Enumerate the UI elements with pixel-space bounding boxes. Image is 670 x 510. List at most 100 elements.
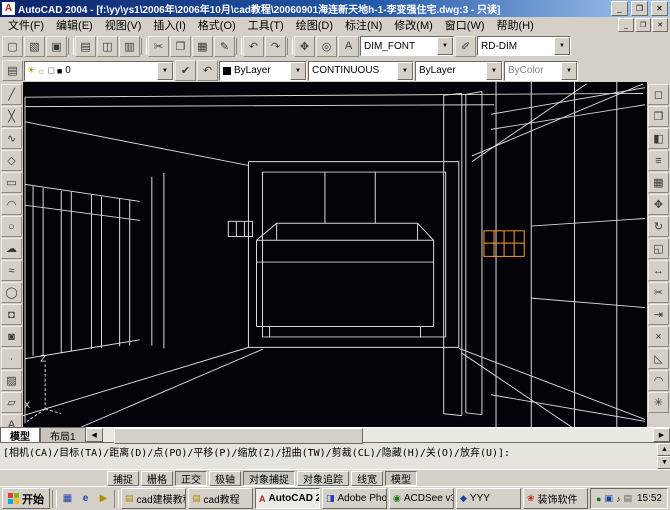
make-block-icon[interactable]: ◙ bbox=[1, 326, 22, 347]
toggle-model[interactable]: 模型 bbox=[385, 471, 417, 486]
scale-icon[interactable]: ◱ bbox=[648, 238, 669, 259]
layer-combo[interactable]: ☀ ☼ ◻ ■ 0 ▼ bbox=[24, 61, 174, 81]
chevron-down-icon[interactable]: ▼ bbox=[290, 62, 306, 80]
menu-item-format[interactable]: 格式(O) bbox=[192, 16, 242, 34]
task-autocad[interactable]: A AutoCAD 200... bbox=[255, 488, 320, 509]
new-file-icon[interactable]: ▢ bbox=[2, 36, 23, 57]
match-properties-icon[interactable]: ✎ bbox=[214, 36, 235, 57]
extend-icon[interactable]: ⇥ bbox=[648, 304, 669, 325]
chevron-down-icon[interactable]: ▼ bbox=[486, 62, 502, 80]
text-style-icon[interactable]: A bbox=[338, 36, 359, 57]
mdi-close-icon[interactable]: ✕ bbox=[652, 18, 668, 32]
tab-model[interactable]: 模型 bbox=[0, 427, 40, 442]
media-player-icon[interactable]: ▶ bbox=[95, 490, 112, 507]
polyline-icon[interactable]: ∿ bbox=[1, 128, 22, 149]
redo-icon[interactable]: ↷ bbox=[265, 36, 286, 57]
menu-item-file[interactable]: 文件(F) bbox=[2, 16, 50, 34]
rotate-icon[interactable]: ↻ bbox=[648, 216, 669, 237]
start-button[interactable]: 开始 bbox=[2, 488, 50, 509]
point-icon[interactable]: ∙ bbox=[1, 348, 22, 369]
layer-previous-icon[interactable]: ↶ bbox=[197, 60, 218, 81]
rectangle-icon[interactable]: ▭ bbox=[1, 172, 22, 193]
plot-icon[interactable]: ▤ bbox=[75, 36, 96, 57]
chamfer-icon[interactable]: ◺ bbox=[648, 348, 669, 369]
array-icon[interactable]: ▦ bbox=[648, 172, 669, 193]
drawing-canvas[interactable]: Z X bbox=[23, 82, 647, 427]
plot-preview-icon[interactable]: ◫ bbox=[97, 36, 118, 57]
restore-icon[interactable]: ❐ bbox=[631, 1, 648, 16]
chevron-down-icon[interactable]: ▼ bbox=[397, 62, 413, 80]
task-adobe-photoshop[interactable]: ◨ Adobe Photo... bbox=[322, 488, 387, 509]
offset-icon[interactable]: ≡ bbox=[648, 150, 669, 171]
toggle-ortho[interactable]: 正交 bbox=[175, 471, 207, 486]
show-desktop-icon[interactable]: ▦ bbox=[59, 490, 76, 507]
internet-explorer-icon[interactable]: e bbox=[77, 490, 94, 507]
color-combo[interactable]: ByLayer ▼ bbox=[219, 61, 307, 81]
trim-icon[interactable]: ✂ bbox=[648, 282, 669, 303]
revision-cloud-icon[interactable]: ☁ bbox=[1, 238, 22, 259]
arc-icon[interactable]: ◠ bbox=[1, 194, 22, 215]
save-icon[interactable]: ▣ bbox=[46, 36, 67, 57]
stretch-icon[interactable]: ↔ bbox=[648, 260, 669, 281]
menu-item-view[interactable]: 视图(V) bbox=[99, 16, 148, 34]
polygon-icon[interactable]: ◇ bbox=[1, 150, 22, 171]
task-cad-tutorial[interactable]: ▤ cad教程 bbox=[188, 488, 253, 509]
hatch-icon[interactable]: ▨ bbox=[1, 370, 22, 391]
lineweight-combo[interactable]: ByLayer ▼ bbox=[415, 61, 503, 81]
menu-item-edit[interactable]: 编辑(E) bbox=[50, 16, 99, 34]
network-tray-icon[interactable]: ▤ bbox=[623, 493, 632, 504]
erase-icon[interactable]: ◻ bbox=[648, 84, 669, 105]
toggle-polar[interactable]: 极轴 bbox=[209, 471, 241, 486]
toggle-otrack[interactable]: 对象追踪 bbox=[297, 471, 349, 486]
tab-layout1[interactable]: 布局1 bbox=[40, 427, 86, 442]
chevron-down-icon[interactable]: ▼ bbox=[554, 37, 570, 55]
command-scrollbar[interactable]: ▲ ▼ bbox=[657, 443, 670, 469]
break-icon[interactable]: × bbox=[648, 326, 669, 347]
copy-object-icon[interactable]: ❐ bbox=[648, 106, 669, 127]
toggle-lineweight[interactable]: 线宽 bbox=[351, 471, 383, 486]
menu-item-draw[interactable]: 绘图(D) bbox=[290, 16, 339, 34]
circle-icon[interactable]: ○ bbox=[1, 216, 22, 237]
cut-icon[interactable]: ✂ bbox=[148, 36, 169, 57]
scroll-track[interactable] bbox=[103, 428, 653, 442]
close-icon[interactable]: ✕ bbox=[651, 1, 668, 16]
construction-line-icon[interactable]: ╳ bbox=[1, 106, 22, 127]
linetype-combo[interactable]: CONTINUOUS ▼ bbox=[308, 61, 414, 81]
zoom-realtime-icon[interactable]: ◎ bbox=[316, 36, 337, 57]
scroll-thumb[interactable] bbox=[114, 428, 364, 444]
mdi-restore-icon[interactable]: ❐ bbox=[635, 18, 651, 32]
scroll-down-icon[interactable]: ▼ bbox=[657, 456, 670, 469]
open-file-icon[interactable]: ▧ bbox=[24, 36, 45, 57]
task-yyy[interactable]: ◆ YYY bbox=[456, 488, 521, 509]
toggle-osnap[interactable]: 对象捕捉 bbox=[243, 471, 295, 486]
toggle-grid[interactable]: 栅格 bbox=[141, 471, 173, 486]
ellipse-icon[interactable]: ◯ bbox=[1, 282, 22, 303]
scroll-up-icon[interactable]: ▲ bbox=[657, 443, 670, 456]
task-acdsee[interactable]: ◉ ACDSee v3.1... bbox=[389, 488, 454, 509]
pan-realtime-icon[interactable]: ✥ bbox=[294, 36, 315, 57]
dim-style-icon[interactable]: ✐ bbox=[455, 36, 476, 57]
dim-style-combo[interactable]: RD-DIM ▼ bbox=[477, 36, 571, 56]
menu-item-tools[interactable]: 工具(T) bbox=[242, 16, 290, 34]
undo-icon[interactable]: ↶ bbox=[243, 36, 264, 57]
scroll-right-icon[interactable]: ▶ bbox=[653, 428, 670, 442]
menu-item-dimension[interactable]: 标注(N) bbox=[339, 16, 388, 34]
task-decoration-software[interactable]: ❀ 装饰软件 bbox=[523, 488, 588, 509]
region-icon[interactable]: ▱ bbox=[1, 392, 22, 413]
move-icon[interactable]: ✥ bbox=[648, 194, 669, 215]
mdi-minimize-icon[interactable]: _ bbox=[618, 18, 634, 32]
volume-tray-icon[interactable]: ♪ bbox=[616, 494, 621, 504]
line-icon[interactable]: ╱ bbox=[1, 84, 22, 105]
text-style-combo[interactable]: DIM_FONT ▼ bbox=[360, 36, 454, 56]
chevron-down-icon[interactable]: ▼ bbox=[157, 62, 173, 80]
chevron-down-icon[interactable]: ▼ bbox=[437, 37, 453, 55]
taskbar-clock[interactable]: 15:52 bbox=[635, 493, 662, 504]
horizontal-scrollbar[interactable]: ◀ ▶ bbox=[86, 427, 670, 442]
publish-icon[interactable]: ▥ bbox=[119, 36, 140, 57]
menu-item-help[interactable]: 帮助(H) bbox=[491, 16, 540, 34]
antivirus-tray-icon[interactable]: ● bbox=[596, 494, 601, 504]
minimize-icon[interactable]: _ bbox=[611, 1, 628, 16]
input-method-tray-icon[interactable]: ▣ bbox=[604, 493, 613, 504]
task-cad-modeling-tutorial[interactable]: ▤ cad建模教程 bbox=[121, 488, 186, 509]
insert-block-icon[interactable]: ◘ bbox=[1, 304, 22, 325]
